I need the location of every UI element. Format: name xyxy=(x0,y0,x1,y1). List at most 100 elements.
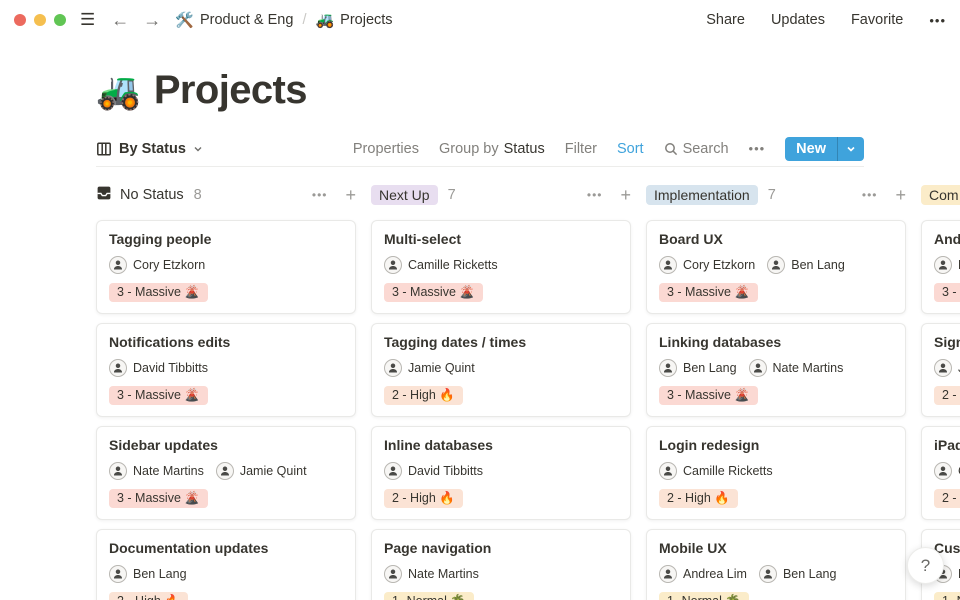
group-by-button[interactable]: Group by Status xyxy=(439,141,545,157)
minimize-window-button[interactable] xyxy=(34,14,46,26)
column-add-icon[interactable]: + xyxy=(895,186,906,204)
avatar xyxy=(934,462,952,480)
column-cards: Multi-selectCamille Ricketts3 - Massive … xyxy=(371,220,631,600)
assignee-name: Camille Ricketts xyxy=(408,258,498,272)
properties-button[interactable]: Properties xyxy=(353,141,419,157)
toolbar-actions: Properties Group by Status Filter Sort S… xyxy=(353,137,864,161)
sidebar-menu-icon[interactable]: ☰ xyxy=(80,10,95,30)
card-title: And xyxy=(934,231,960,247)
priority-tag: 2 - High 🔥 xyxy=(934,386,960,405)
assignee: Ben Lang xyxy=(659,359,737,377)
card-assignees: Cory Etzkorn Ben Lang xyxy=(659,256,893,274)
tractor-emoji-icon: 🚜 xyxy=(315,11,334,29)
column-count: 7 xyxy=(768,187,776,203)
kanban-card[interactable]: Tagging dates / timesJamie Quint2 - High… xyxy=(371,323,631,417)
zoom-window-button[interactable] xyxy=(54,14,66,26)
column-more-icon[interactable]: ••• xyxy=(587,188,603,202)
priority-tag: 3 - Massive 🌋 xyxy=(659,386,758,405)
kanban-card[interactable]: Multi-selectCamille Ricketts3 - Massive … xyxy=(371,220,631,314)
kanban-card[interactable]: Board UXCory EtzkornBen Lang3 - Massive … xyxy=(646,220,906,314)
close-window-button[interactable] xyxy=(14,14,26,26)
priority-tag: 3 - Massive 🌋 xyxy=(934,283,960,302)
card-title: Mobile UX xyxy=(659,540,893,556)
column-header: Implementation 7 ••• + xyxy=(646,183,906,207)
avatar xyxy=(659,359,677,377)
assignee-name: Cory Etzkorn xyxy=(683,258,755,272)
page-title[interactable]: 🚜 Projects xyxy=(96,68,960,113)
card-assignees: N xyxy=(934,256,960,274)
view-toolbar: By Status Properties Group by Status Fil… xyxy=(96,131,864,167)
column-more-icon[interactable]: ••• xyxy=(862,188,878,202)
view-selector[interactable]: By Status xyxy=(96,141,203,157)
breadcrumb-separator: / xyxy=(302,12,306,28)
back-arrow-icon[interactable]: ← xyxy=(111,10,129,31)
breadcrumb-item-workspace[interactable]: 🛠️ Product & Eng xyxy=(175,11,293,29)
no-status-icon xyxy=(96,185,112,205)
sort-button[interactable]: Sort xyxy=(617,141,644,157)
column-status-tag[interactable]: Next Up xyxy=(371,185,438,205)
share-button[interactable]: Share xyxy=(706,12,745,28)
column-cards: Tagging peopleCory Etzkorn3 - Massive 🌋N… xyxy=(96,220,356,600)
kanban-card[interactable]: SignJ2 - High 🔥 xyxy=(921,323,960,417)
column-status-tag[interactable]: Implementation xyxy=(646,185,758,205)
new-button-caret[interactable] xyxy=(837,137,864,161)
chevron-down-icon xyxy=(193,144,203,154)
avatar xyxy=(767,256,785,274)
card-title: Page navigation xyxy=(384,540,618,556)
avatar xyxy=(109,565,127,583)
assignee-name: Ben Lang xyxy=(133,567,187,581)
breadcrumb-item-page[interactable]: 🚜 Projects xyxy=(315,11,392,29)
page-title-text: Projects xyxy=(154,68,307,113)
card-title: Sidebar updates xyxy=(109,437,343,453)
priority-tag: 3 - Massive 🌋 xyxy=(109,283,208,302)
column-status-tag[interactable]: Com xyxy=(921,185,960,205)
breadcrumb-workspace-label: Product & Eng xyxy=(200,12,294,28)
priority-tag: 2 - High 🔥 xyxy=(384,489,463,508)
avatar xyxy=(216,462,234,480)
priority-tag: 2 - High 🔥 xyxy=(659,489,738,508)
kanban-card[interactable]: Linking databasesBen LangNate Martins3 -… xyxy=(646,323,906,417)
assignee: Andrea Lim xyxy=(659,565,747,583)
avatar xyxy=(384,256,402,274)
kanban-card[interactable]: Notifications editsDavid Tibbitts3 - Mas… xyxy=(96,323,356,417)
assignee-name: Nate Martins xyxy=(408,567,479,581)
column-more-icon[interactable]: ••• xyxy=(312,188,328,202)
assignee-name: David Tibbitts xyxy=(408,464,483,478)
assignee-name: Ben Lang xyxy=(791,258,845,272)
search-button[interactable]: Search xyxy=(664,141,729,157)
forward-arrow-icon[interactable]: → xyxy=(143,10,161,31)
card-title: Multi-select xyxy=(384,231,618,247)
favorite-button[interactable]: Favorite xyxy=(851,12,903,28)
kanban-card[interactable]: Page navigationNate Martins1- Normal 🌴 xyxy=(371,529,631,600)
kanban-card[interactable]: Documentation updatesBen Lang2 - High 🔥 xyxy=(96,529,356,600)
column-name[interactable]: No Status xyxy=(120,187,184,203)
kanban-card[interactable]: Tagging peopleCory Etzkorn3 - Massive 🌋 xyxy=(96,220,356,314)
card-assignees: J xyxy=(934,359,960,377)
view-selector-label: By Status xyxy=(119,141,186,157)
search-label: Search xyxy=(683,141,729,157)
board-column: Implementation7•••+Board UXCory EtzkornB… xyxy=(646,183,906,600)
toolbar-more-icon[interactable]: ••• xyxy=(749,141,766,156)
kanban-board: No Status8•••+Tagging peopleCory Etzkorn… xyxy=(96,183,960,600)
page-content: 🚜 Projects By Status Properties Group by… xyxy=(0,68,960,600)
kanban-card[interactable]: Sidebar updatesNate MartinsJamie Quint3 … xyxy=(96,426,356,520)
kanban-card[interactable]: And N 3 - Massive 🌋 xyxy=(921,220,960,314)
assignee-name: Andrea Lim xyxy=(683,567,747,581)
board-column: Com•••+AndN3 - Massive 🌋SignJ2 - High 🔥i… xyxy=(921,183,960,600)
column-add-icon[interactable]: + xyxy=(620,186,631,204)
kanban-card[interactable]: Login redesignCamille Ricketts2 - High 🔥 xyxy=(646,426,906,520)
assignee-name: Jamie Quint xyxy=(408,361,475,375)
more-options-icon[interactable]: ••• xyxy=(929,13,946,28)
help-button[interactable]: ? xyxy=(907,547,944,584)
new-button[interactable]: New xyxy=(785,137,864,161)
kanban-card[interactable]: Inline databases David Tibbitts 2 - High 🔥 xyxy=(371,426,631,520)
group-by-prefix: Group by xyxy=(439,141,499,157)
column-add-icon[interactable]: + xyxy=(345,186,356,204)
card-assignees: Jamie Quint xyxy=(384,359,618,377)
filter-button[interactable]: Filter xyxy=(565,141,597,157)
avatar xyxy=(659,462,677,480)
card-title: Inline databases xyxy=(384,437,618,453)
updates-button[interactable]: Updates xyxy=(771,12,825,28)
kanban-card[interactable]: Mobile UXAndrea LimBen Lang1- Normal 🌴 xyxy=(646,529,906,600)
kanban-card[interactable]: iPadC2 - High 🔥 xyxy=(921,426,960,520)
